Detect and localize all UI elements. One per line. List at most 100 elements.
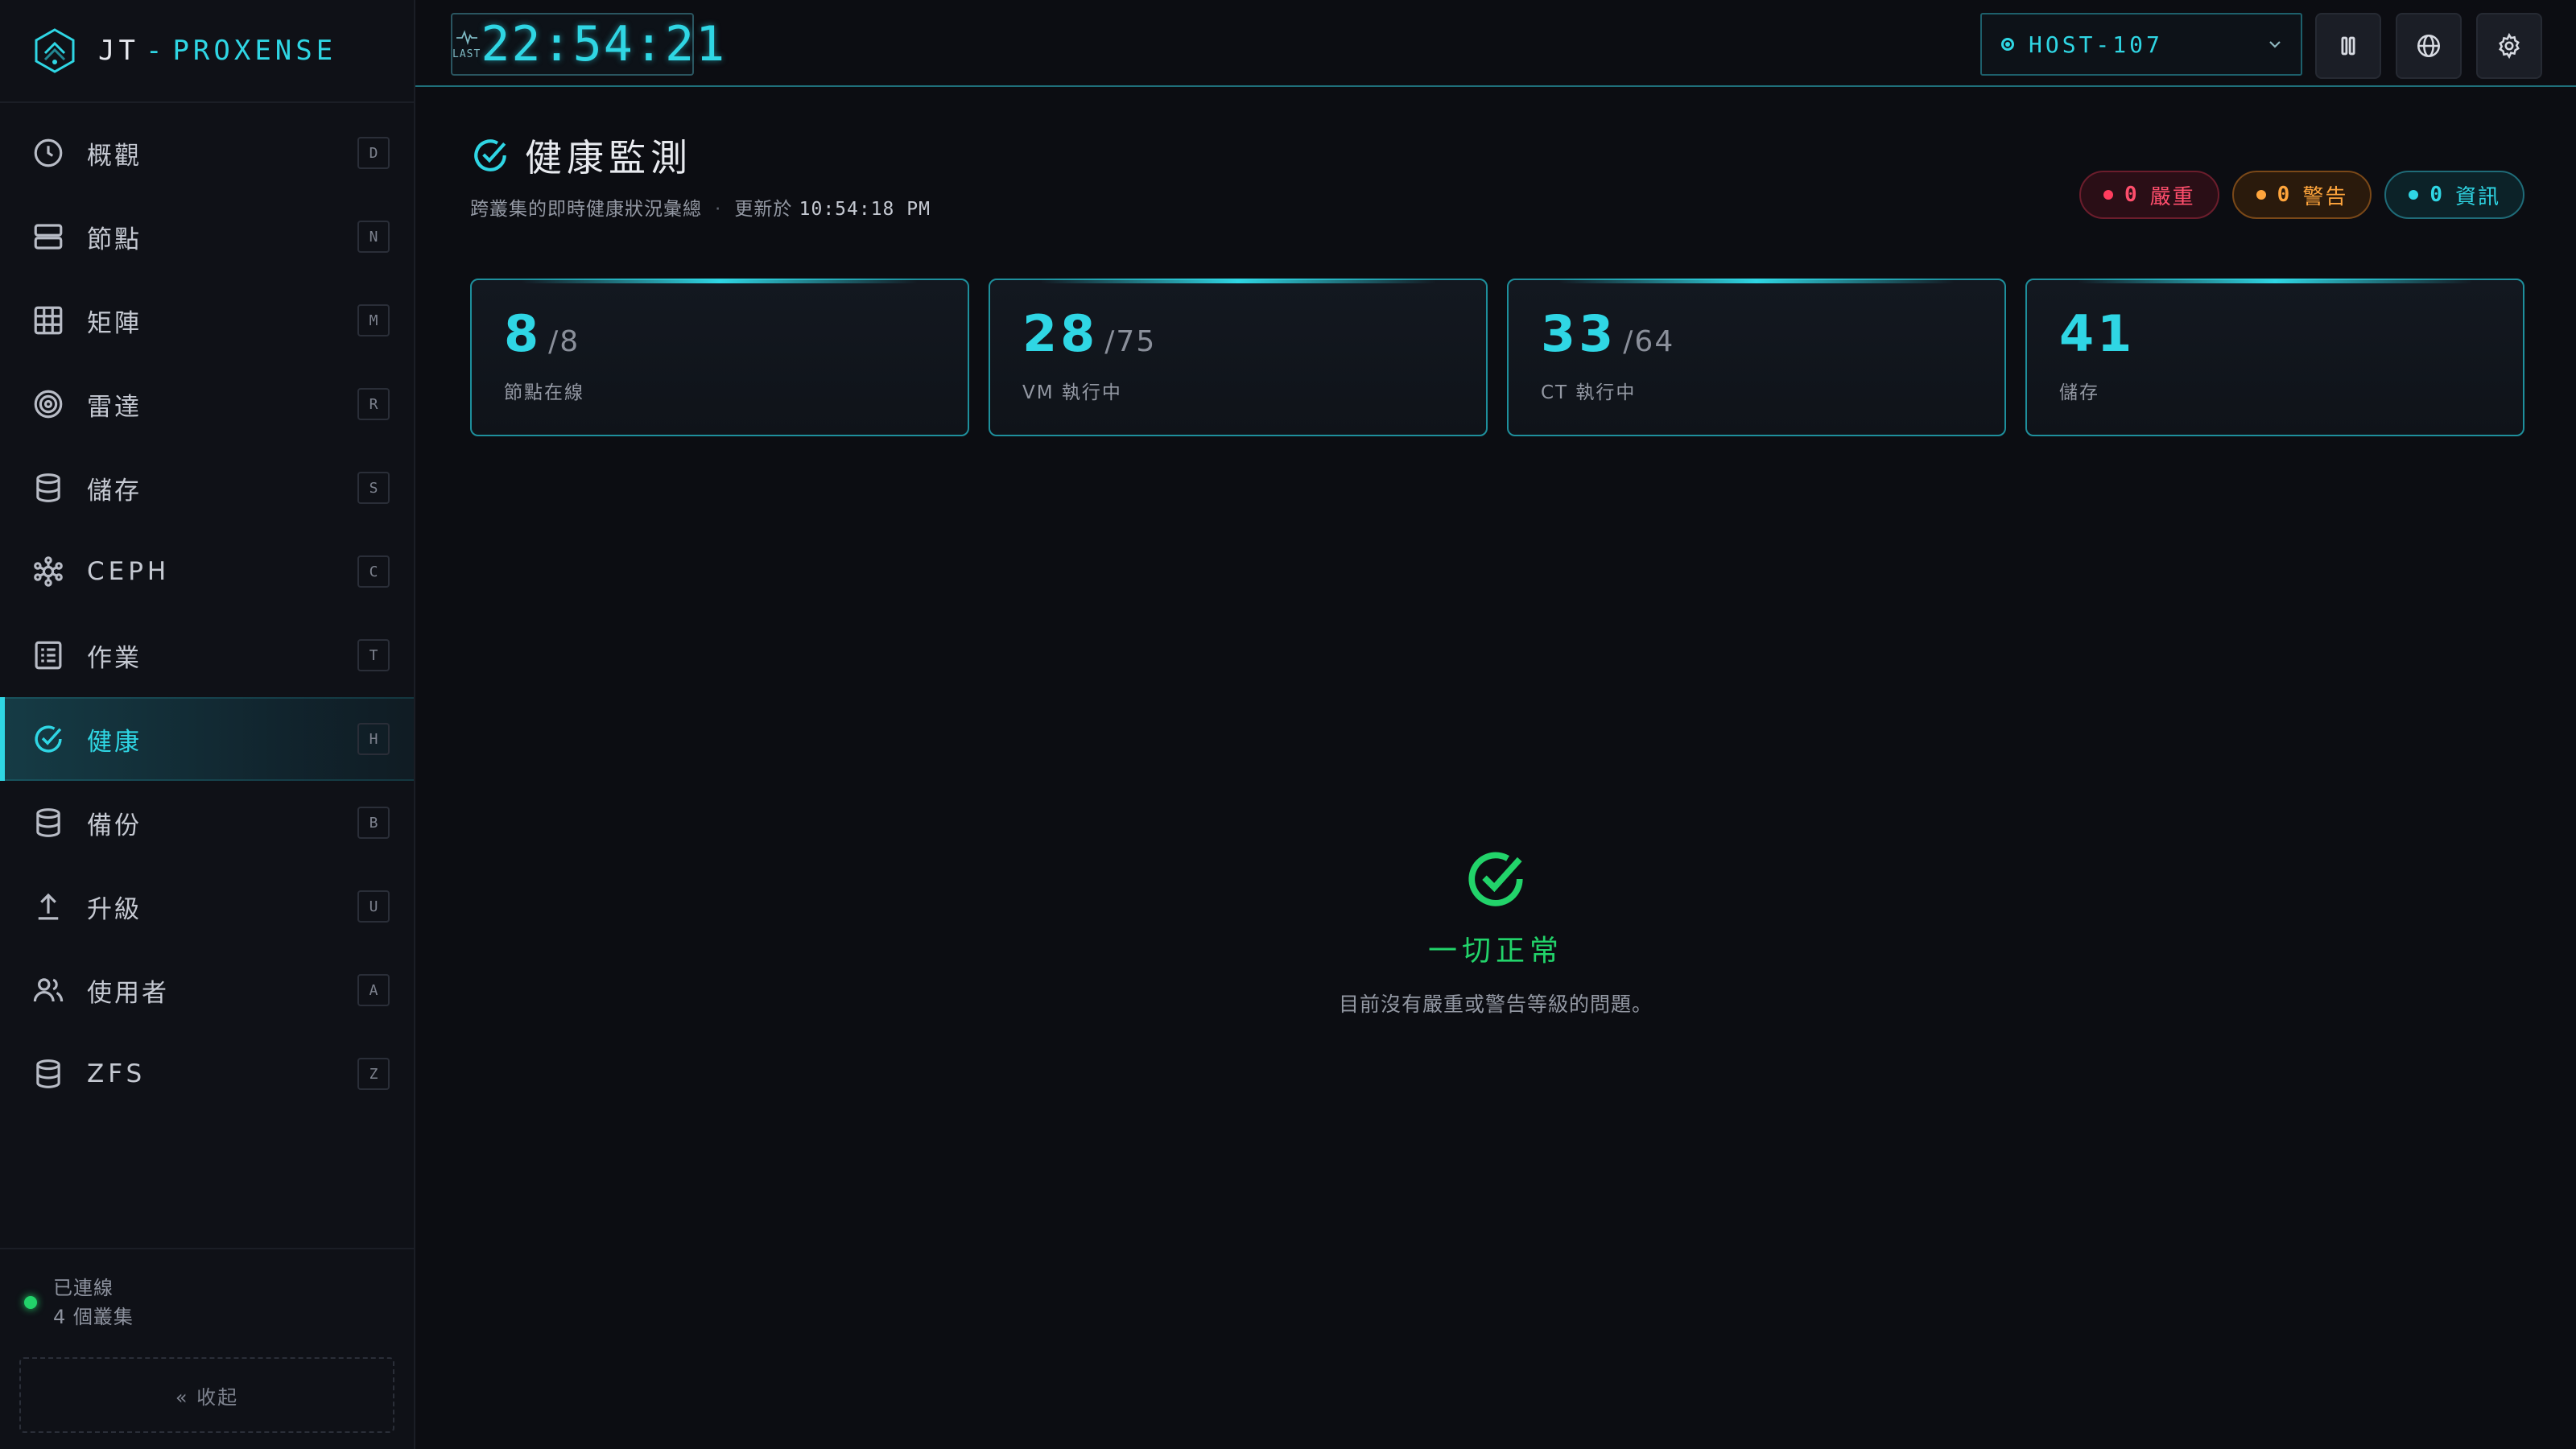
stat-card-storage: 41 儲存 bbox=[2025, 279, 2524, 436]
sidebar-item-zfs[interactable]: ZFS Z bbox=[0, 1032, 414, 1116]
info-badge[interactable]: 0 資訊 bbox=[2384, 171, 2524, 219]
stat-value: 41 bbox=[2059, 304, 2136, 363]
logo-icon bbox=[35, 28, 75, 73]
updated-label: 更新於 bbox=[734, 199, 793, 220]
sidebar-item-ceph[interactable]: CEPH C bbox=[0, 530, 414, 613]
all-clear-message: 一切正常 目前沒有嚴重或警告等級的問題。 bbox=[415, 845, 2576, 1018]
connection-label: 已連線 bbox=[53, 1277, 114, 1299]
clock-display: LAST 22:54:21 bbox=[451, 13, 724, 76]
collapse-button[interactable]: « 收起 bbox=[19, 1357, 394, 1433]
all-clear-description: 目前沒有嚴重或警告等級的問題。 bbox=[1338, 993, 1653, 1016]
connection-status: 已連線 4 個叢集 bbox=[0, 1249, 414, 1331]
stat-cards: 8 /8 節點在線 28 /75 VM 執行中 33 /64 CT 執行中 41 bbox=[470, 279, 2524, 436]
settings-button[interactable] bbox=[2476, 13, 2542, 79]
sidebar-item-label: 矩陣 bbox=[87, 308, 142, 338]
sidebar-item-tasks[interactable]: 作業 T bbox=[0, 613, 414, 697]
warning-dot bbox=[2256, 190, 2266, 200]
page-subtitle: 跨叢集的即時健康狀況彙總 · 更新於 10:54:18 PM bbox=[470, 199, 931, 220]
sidebar-item-label: 儲存 bbox=[87, 476, 142, 506]
brand-name: JT - PROXENSE bbox=[98, 35, 337, 67]
sidebar-item-label: 升級 bbox=[87, 894, 142, 924]
health-check-icon bbox=[474, 139, 506, 171]
stat-label: 節點在線 bbox=[504, 382, 584, 403]
check-circle-icon bbox=[1468, 852, 1523, 906]
sidebar-item-label: CEPH bbox=[87, 557, 171, 586]
chevron-down-icon bbox=[2269, 41, 2281, 48]
grid-icon bbox=[31, 303, 66, 338]
severity-badges: 0 嚴重 0 警告 0 資訊 bbox=[2079, 171, 2524, 219]
page-title: 健康監測 bbox=[525, 136, 692, 180]
brand[interactable]: JT - PROXENSE bbox=[0, 0, 414, 103]
server-icon bbox=[31, 219, 66, 254]
sidebar-item-matrix[interactable]: 矩陣 M bbox=[0, 279, 414, 362]
sidebar-item-nodes[interactable]: 節點 N bbox=[0, 195, 414, 279]
language-button[interactable] bbox=[2396, 13, 2462, 79]
sidebar-item-label: 使用者 bbox=[87, 978, 169, 1008]
users-icon bbox=[31, 972, 66, 1008]
health-check-icon bbox=[31, 721, 66, 757]
stat-total: /75 bbox=[1104, 325, 1157, 358]
database-icon bbox=[31, 805, 66, 840]
shortcut-key: A bbox=[357, 974, 390, 1006]
stat-card-vm: 28 /75 VM 執行中 bbox=[989, 279, 1488, 436]
clock-label: LAST bbox=[452, 47, 481, 60]
stat-value: 28 bbox=[1022, 304, 1099, 363]
critical-label: 嚴重 bbox=[2149, 184, 2195, 209]
info-label: 資訊 bbox=[2454, 184, 2500, 209]
shortcut-key: D bbox=[357, 137, 390, 169]
sidebar-item-storage[interactable]: 儲存 S bbox=[0, 446, 414, 530]
info-dot bbox=[2409, 190, 2419, 200]
critical-badge[interactable]: 0 嚴重 bbox=[2079, 171, 2219, 219]
shortcut-key: S bbox=[357, 472, 390, 504]
sidebar-item-label: ZFS bbox=[87, 1059, 147, 1088]
sidebar-item-radar[interactable]: 雷達 R bbox=[0, 362, 414, 446]
sidebar-footer: 已連線 4 個叢集 « 收起 bbox=[0, 1248, 414, 1449]
shortcut-key: R bbox=[357, 388, 390, 420]
status-dot bbox=[24, 1296, 37, 1309]
shortcut-key: B bbox=[357, 807, 390, 839]
main-content: 健康監測 跨叢集的即時健康狀況彙總 · 更新於 10:54:18 PM 0 嚴重 0… bbox=[415, 87, 2576, 1449]
sidebar-item-label: 雷達 bbox=[87, 392, 142, 422]
updated-time: 10:54:18 PM bbox=[799, 199, 931, 220]
pause-button[interactable] bbox=[2315, 13, 2381, 79]
shortcut-key: Z bbox=[357, 1058, 390, 1090]
sidebar-item-label: 節點 bbox=[87, 225, 142, 254]
pulse-icon bbox=[456, 29, 477, 45]
radar-icon bbox=[31, 386, 66, 422]
host-select[interactable]: HOST-107 bbox=[1980, 13, 2302, 76]
warning-label: 警告 bbox=[2302, 184, 2348, 209]
sidebar-item-label: 健康 bbox=[87, 727, 142, 757]
sidebar-nav: 概觀 D 節點 N 矩陣 M 雷達 R 儲存 S CEPH C 作業 T 健康 … bbox=[0, 103, 414, 1116]
page-header: 健康監測 bbox=[470, 129, 692, 182]
stat-card-nodes: 8 /8 節點在線 bbox=[470, 279, 969, 436]
upload-icon bbox=[31, 889, 66, 924]
clock-time: 22:54:21 bbox=[481, 16, 727, 72]
info-count: 0 bbox=[2429, 183, 2444, 207]
shortcut-key: H bbox=[357, 723, 390, 755]
all-clear-title: 一切正常 bbox=[1427, 935, 1563, 968]
top-bar: LAST 22:54:21 HOST-107 bbox=[415, 0, 2576, 87]
critical-count: 0 bbox=[2124, 183, 2139, 207]
subtitle-text: 跨叢集的即時健康狀況彙總 bbox=[470, 199, 702, 220]
sidebar-item-upgrade[interactable]: 升級 U bbox=[0, 865, 414, 948]
sidebar-item-users[interactable]: 使用者 A bbox=[0, 948, 414, 1032]
host-label: HOST-107 bbox=[2029, 31, 2163, 58]
sidebar-item-backup[interactable]: 備份 B bbox=[0, 781, 414, 865]
shortcut-key: T bbox=[357, 639, 390, 671]
sidebar-item-health[interactable]: 健康 H bbox=[0, 697, 414, 781]
ceph-icon bbox=[31, 554, 66, 589]
stat-label: CT 執行中 bbox=[1541, 382, 1637, 403]
warning-badge[interactable]: 0 警告 bbox=[2231, 171, 2372, 219]
shortcut-key: C bbox=[357, 555, 390, 588]
database-icon bbox=[31, 1056, 66, 1092]
stat-card-ct: 33 /64 CT 執行中 bbox=[1507, 279, 2006, 436]
sidebar-item-overview[interactable]: 概觀 D bbox=[0, 111, 414, 195]
database-icon bbox=[31, 470, 66, 506]
host-status-dot bbox=[2001, 38, 2014, 51]
pause-icon bbox=[2341, 36, 2355, 56]
clock-icon bbox=[31, 135, 66, 171]
sidebar-item-label: 作業 bbox=[87, 643, 142, 673]
task-list-icon bbox=[31, 638, 66, 673]
sidebar: JT - PROXENSE 概觀 D 節點 N 矩陣 M 雷達 R 儲存 S C… bbox=[0, 0, 415, 1449]
sidebar-item-label: 概觀 bbox=[87, 141, 142, 171]
